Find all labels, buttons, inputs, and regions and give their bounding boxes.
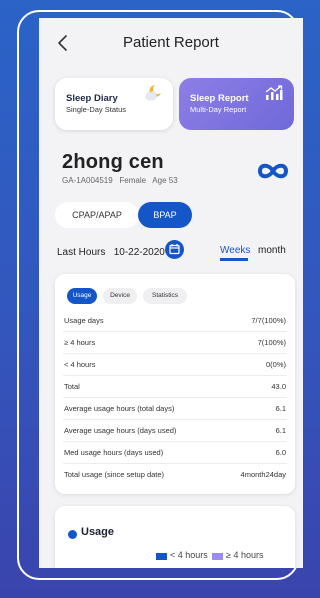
sleep-diary-card[interactable]: Sleep Diary Single-Day Status (55, 78, 173, 130)
chip-device[interactable]: Device (103, 288, 137, 304)
row-label: Average usage hours (total days) (64, 404, 175, 413)
table-row: Med usage hours (days used) 6.0 (55, 442, 295, 464)
moon-cloud-icon (145, 85, 161, 101)
app-screen: Patient Report Sleep Diary Single-Day St… (39, 18, 303, 568)
row-value: 0(0%) (265, 360, 286, 369)
row-value: 7(100%) (257, 338, 286, 347)
row-label: Total usage (since setup date) (64, 470, 165, 479)
sleep-report-card[interactable]: Sleep Report Multi-Day Report (179, 78, 294, 130)
y-axis-tick: 10 (69, 567, 78, 568)
range-label: Last Hours (57, 247, 106, 258)
patient-gender: Female (119, 176, 147, 185)
tab-weeks[interactable]: Weeks (220, 245, 250, 256)
row-value: 43.0 (271, 382, 286, 391)
patient-age: Age 53 (152, 176, 178, 185)
table-row: < 4 hours 0(0%) (55, 354, 295, 376)
legend-swatch-ge4 (212, 553, 223, 560)
infinity-icon (258, 163, 288, 179)
patient-meta: GA-1A004519 Female Age 53 (62, 176, 178, 185)
table-row: Average usage hours (days used) 6.1 (55, 420, 295, 442)
row-label: Med usage hours (days used) (64, 448, 164, 457)
page-title: Patient Report (123, 34, 219, 51)
usage-stats-card: Usage Device Statistics Usage days 7/7(1… (55, 274, 295, 494)
row-value: 6.1 (275, 404, 286, 413)
row-label: Total (64, 382, 80, 391)
row-label: Average usage hours (days used) (64, 426, 177, 435)
table-row: Total usage (since setup date) 4month24d… (55, 464, 295, 486)
range-date: 10-22-2020 (113, 247, 165, 258)
sleep-diary-title: Sleep Diary (66, 93, 118, 104)
row-value: 7/7(100%) (251, 316, 286, 325)
row-label: Usage days (64, 316, 104, 325)
table-row: Average usage hours (total days) 6.1 (55, 398, 295, 420)
calendar-icon[interactable] (165, 240, 184, 259)
table-row: Total 43.0 (55, 376, 295, 398)
sleep-report-subtitle: Multi-Day Report (190, 105, 247, 114)
trend-chart-icon (265, 85, 283, 100)
mode-bpap-button[interactable]: BPAP (138, 202, 192, 228)
chip-usage[interactable]: Usage (67, 288, 97, 304)
legend-label-lt4: < 4 hours (170, 550, 208, 560)
row-value: 4month24day (240, 470, 286, 479)
legend-label-ge4: ≥ 4 hours (226, 550, 264, 560)
patient-name: 2hong cen (62, 151, 164, 173)
usage-chart-title: Usage (81, 526, 115, 538)
table-row: Usage days 7/7(100%) (55, 310, 295, 332)
sleep-report-title: Sleep Report (190, 93, 249, 104)
row-value: 6.1 (275, 426, 286, 435)
tab-month[interactable]: month (258, 245, 286, 256)
active-tab-indicator (220, 258, 248, 261)
row-label: < 4 hours (64, 360, 96, 369)
range-label-line: Last Hours 10-22-2020 (57, 247, 165, 258)
chip-statistics[interactable]: Statistics (143, 288, 187, 304)
row-value: 6.0 (275, 448, 286, 457)
mode-cpap-button[interactable]: CPAP/APAP (55, 202, 139, 228)
row-label: ≥ 4 hours (64, 338, 96, 347)
sleep-diary-subtitle: Single-Day Status (66, 105, 127, 114)
table-row: ≥ 4 hours 7(100%) (55, 332, 295, 354)
patient-id: GA-1A004519 (62, 176, 113, 185)
usage-title-dot (68, 530, 77, 539)
legend-swatch-lt4 (156, 553, 167, 560)
top-bar: Patient Report (39, 18, 303, 68)
usage-chart-card: Usage < 4 hours ≥ 4 hours 10 (55, 506, 295, 568)
